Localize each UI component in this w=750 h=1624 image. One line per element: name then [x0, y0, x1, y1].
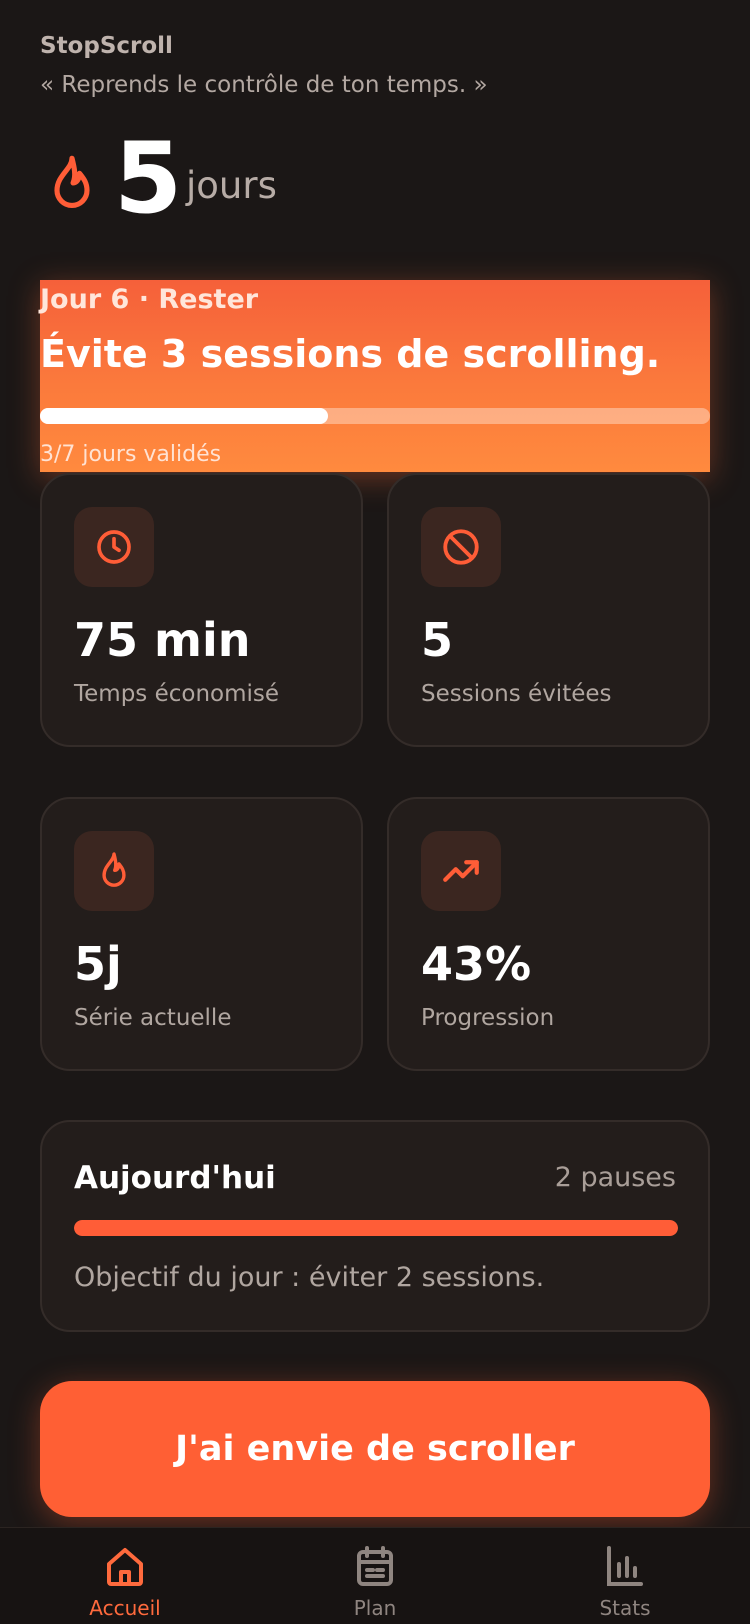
streak-unit: jours [186, 164, 277, 207]
today-title: Aujourd'hui [74, 1160, 276, 1196]
flame-icon [54, 155, 90, 208]
today-card[interactable]: Aujourd'hui 2 pauses Objectif du jour : … [40, 1120, 710, 1332]
challenge-title: Évite 3 sessions de scrolling. [40, 332, 661, 376]
challenge-card[interactable]: Jour 6 · Rester Évite 3 sessions de scro… [40, 280, 710, 472]
calendar-icon [357, 1546, 393, 1586]
challenge-caption: 3/7 jours validés [40, 442, 222, 467]
clock-icon [74, 507, 154, 587]
stat-value: 5 [421, 613, 454, 667]
stat-card-current-streak[interactable]: 5j Série actuelle [40, 797, 363, 1071]
today-progress-bar [74, 1220, 678, 1236]
tab-plan[interactable]: Plan [310, 1528, 440, 1624]
home-icon [107, 1548, 143, 1586]
stat-label: Série actuelle [74, 1005, 232, 1031]
tagline: « Reprends le contrôle de ton temps. » [40, 72, 488, 98]
today-pause-count: 2 pauses [554, 1162, 676, 1193]
want-to-scroll-button[interactable]: J'ai envie de scroller [40, 1381, 710, 1517]
stat-value: 75 min [74, 613, 251, 667]
challenge-progress-bar [40, 408, 710, 424]
flame-icon [74, 831, 154, 911]
today-progress-fill [74, 1220, 678, 1236]
tab-label: Plan [353, 1596, 397, 1620]
streak-value: 5 [114, 122, 183, 236]
home-screen: StopScroll « Reprends le contrôle de ton… [0, 0, 750, 1624]
stat-label: Sessions évitées [421, 681, 612, 707]
app-name: StopScroll [40, 33, 173, 59]
stat-label: Progression [421, 1005, 555, 1031]
tab-label: Accueil [89, 1596, 161, 1620]
stat-label: Temps économisé [74, 681, 280, 707]
tab-label: Stats [599, 1596, 651, 1620]
tab-stats[interactable]: Stats [560, 1528, 690, 1624]
today-goal-text: Objectif du jour : éviter 2 sessions. [74, 1262, 545, 1293]
stat-value: 43% [421, 937, 532, 991]
challenge-day-label: Jour 6 · Rester [40, 284, 259, 315]
challenge-progress-fill [40, 408, 329, 424]
streak-counter: 5 jours [40, 128, 640, 238]
stat-card-time-saved[interactable]: 75 min Temps économisé [40, 473, 363, 747]
stat-card-sessions-avoided[interactable]: 5 Sessions évitées [387, 473, 710, 747]
stat-value: 5j [74, 937, 122, 991]
trending-up-icon [421, 831, 501, 911]
block-icon [421, 507, 501, 587]
stat-card-progression[interactable]: 43% Progression [387, 797, 710, 1071]
bottom-tab-bar: Accueil Plan Stats [0, 1527, 750, 1624]
bar-chart-icon [607, 1546, 643, 1586]
tab-accueil[interactable]: Accueil [60, 1528, 190, 1624]
